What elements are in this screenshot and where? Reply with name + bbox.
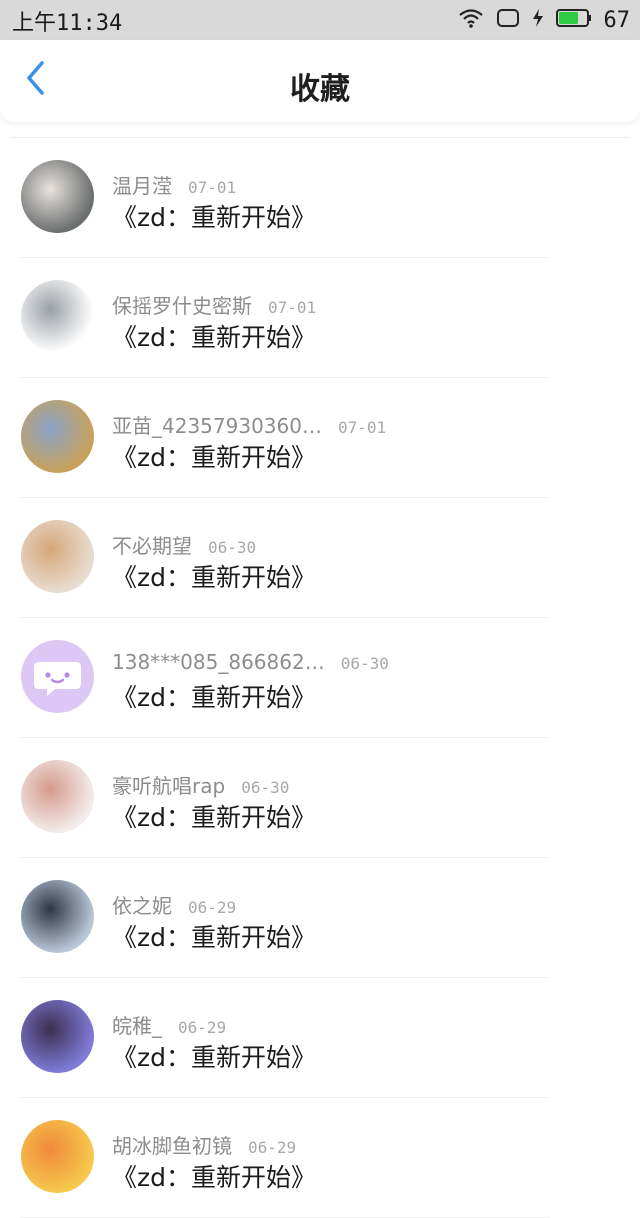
item-meta: 温月滢 07-01 bbox=[112, 170, 237, 199]
item-meta: 亚苗_42357930360… 07-01 bbox=[112, 410, 387, 439]
avatar[interactable] bbox=[21, 1120, 94, 1193]
date: 07-01 bbox=[188, 178, 237, 197]
username[interactable]: 保摇罗什史密斯 bbox=[112, 290, 252, 319]
username[interactable]: 138***085_866862… bbox=[112, 650, 325, 674]
wifi-icon bbox=[458, 8, 484, 32]
nav-bar: 收藏 bbox=[0, 40, 640, 122]
post-title[interactable]: 《zd：重新开始》 bbox=[112, 558, 316, 594]
list-item[interactable]: 不必期望 06-30 《zd：重新开始》 bbox=[0, 498, 640, 618]
item-meta: 保摇罗什史密斯 07-01 bbox=[112, 290, 317, 319]
date: 06-30 bbox=[241, 778, 290, 797]
date: 06-29 bbox=[248, 1138, 297, 1157]
status-icons: 67 bbox=[446, 6, 631, 34]
avatar[interactable] bbox=[21, 520, 94, 593]
chat-bubble-avatar-icon[interactable] bbox=[21, 640, 94, 713]
avatar[interactable] bbox=[21, 1000, 94, 1073]
avatar[interactable] bbox=[21, 160, 94, 233]
list-item[interactable]: 温月滢 07-01 《zd：重新开始》 bbox=[0, 138, 640, 258]
date: 07-01 bbox=[268, 298, 317, 317]
list-item[interactable]: 依之妮 06-29 《zd：重新开始》 bbox=[0, 858, 640, 978]
item-meta: 不必期望 06-30 bbox=[112, 530, 257, 559]
page-title: 收藏 bbox=[290, 72, 350, 107]
battery-level: 67 bbox=[603, 7, 631, 33]
username[interactable]: 皖稚_ bbox=[112, 1010, 162, 1039]
avatar[interactable] bbox=[21, 760, 94, 833]
item-meta: 胡冰脚鱼初镜 06-29 bbox=[112, 1130, 297, 1159]
battery-icon bbox=[555, 9, 592, 31]
item-meta: 皖稚_ 06-29 bbox=[112, 1010, 227, 1039]
date: 07-01 bbox=[337, 418, 387, 437]
avatar[interactable] bbox=[21, 400, 94, 473]
username[interactable]: 不必期望 bbox=[112, 530, 192, 559]
list-item[interactable]: 胡冰脚鱼初镜 06-29 《zd：重新开始》 bbox=[0, 1098, 640, 1218]
date: 06-30 bbox=[340, 654, 389, 673]
post-title[interactable]: 《zd：重新开始》 bbox=[112, 798, 316, 834]
post-title[interactable]: 《zd：重新开始》 bbox=[112, 678, 316, 714]
username[interactable]: 依之妮 bbox=[112, 890, 172, 919]
avatar[interactable] bbox=[21, 880, 94, 953]
username[interactable]: 亚苗_42357930360… bbox=[112, 410, 322, 439]
post-title[interactable]: 《zd：重新开始》 bbox=[112, 438, 316, 474]
status-time: 上午11:34 bbox=[12, 11, 123, 36]
list-item[interactable]: 138***085_866862… 06-30 《zd：重新开始》 bbox=[0, 618, 640, 738]
avatar[interactable] bbox=[21, 280, 94, 353]
favorites-list: 温月滢 07-01 《zd：重新开始》 保摇罗什史密斯 07-01 《zd：重新开始》 亚苗… bbox=[0, 138, 640, 1218]
post-title[interactable]: 《zd：重新开始》 bbox=[112, 318, 316, 354]
post-title[interactable]: 《zd：重新开始》 bbox=[112, 1038, 316, 1074]
list-item[interactable]: 豪听航唱rap 06-30 《zd：重新开始》 bbox=[0, 738, 640, 858]
item-meta: 豪听航唱rap 06-30 bbox=[112, 770, 290, 799]
list-item[interactable]: 保摇罗什史密斯 07-01 《zd：重新开始》 bbox=[0, 258, 640, 378]
post-title[interactable]: 《zd：重新开始》 bbox=[112, 198, 316, 234]
post-title[interactable]: 《zd：重新开始》 bbox=[112, 1158, 316, 1194]
status-bar: 上午11:34 67 bbox=[0, 0, 640, 40]
username[interactable]: 胡冰脚鱼初镜 bbox=[112, 1130, 232, 1159]
item-meta: 138***085_866862… 06-30 bbox=[112, 650, 389, 676]
date: 06-29 bbox=[178, 1018, 227, 1037]
username[interactable]: 豪听航唱rap bbox=[112, 770, 225, 799]
list-item[interactable]: 亚苗_42357930360… 07-01 《zd：重新开始》 bbox=[0, 378, 640, 498]
list-item[interactable]: 皖稚_ 06-29 《zd：重新开始》 bbox=[0, 978, 640, 1098]
charging-icon bbox=[532, 8, 544, 32]
item-meta: 依之妮 06-29 bbox=[112, 890, 237, 919]
date: 06-29 bbox=[188, 898, 237, 917]
username[interactable]: 温月滢 bbox=[112, 170, 172, 199]
date: 06-30 bbox=[208, 538, 257, 557]
sim-icon bbox=[496, 8, 520, 32]
post-title[interactable]: 《zd：重新开始》 bbox=[112, 918, 316, 954]
